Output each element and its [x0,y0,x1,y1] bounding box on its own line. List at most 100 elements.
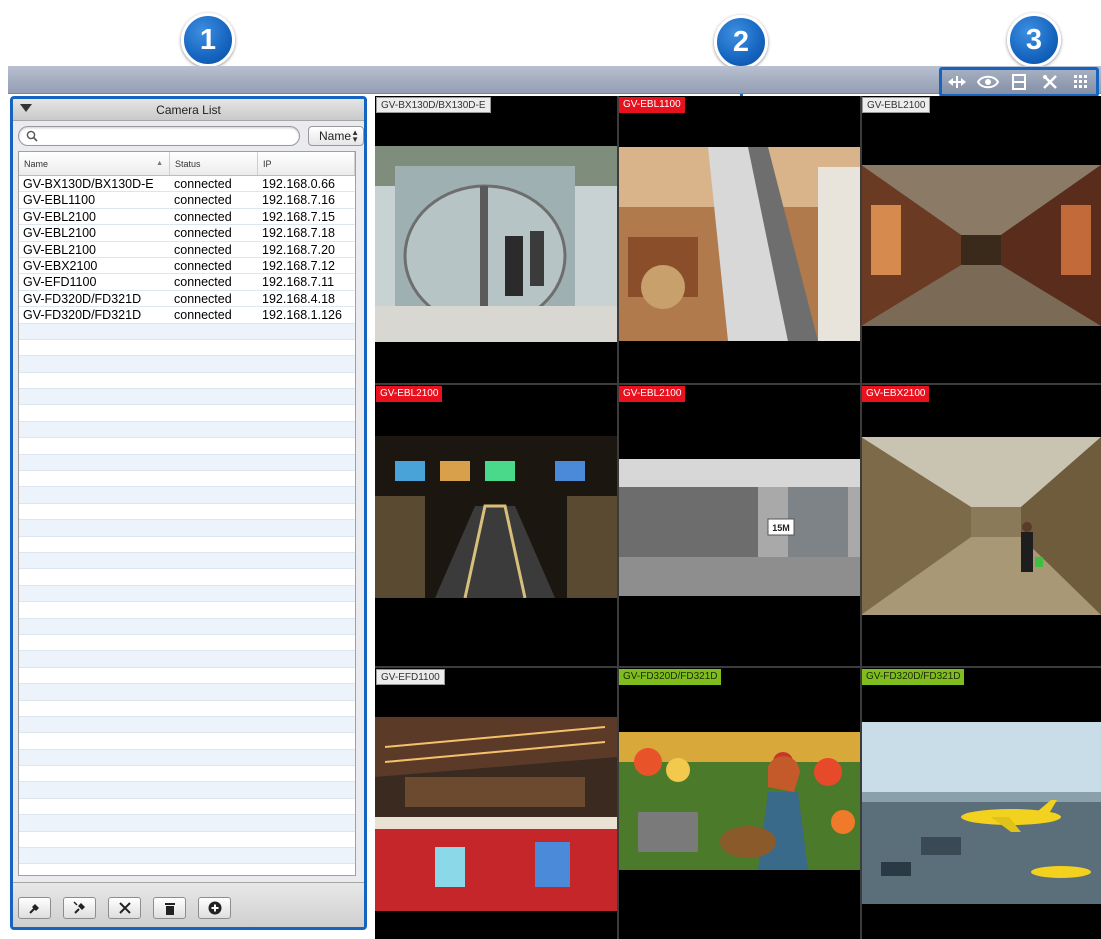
eye-icon[interactable] [975,71,1001,93]
add-camera-button[interactable] [198,897,231,919]
film-strip-icon[interactable] [1006,71,1032,93]
empty-table-row [19,537,355,553]
grid-divider [860,96,862,939]
table-row[interactable]: GV-BX130D/BX130D-E connected 192.168.0.66 [19,176,355,193]
camera-name-label: GV-EBL2100 [619,386,686,402]
camera-list-footer [13,882,364,927]
camera-name-label: GV-EBL2100 [862,97,931,113]
search-field[interactable] [18,126,300,146]
table-row[interactable]: GV-EBX2100 connected 192.168.7.12 [19,258,355,275]
grid-layout-icon[interactable] [1068,71,1094,93]
camera-list-header: Camera List [13,99,364,121]
empty-table-row [19,716,355,734]
add-icon [208,901,221,915]
delete-button[interactable] [153,897,186,919]
grid-divider [375,383,1101,385]
empty-table-row [19,389,355,406]
callout-badge-3: 3 [1007,13,1061,67]
empty-table-row [19,438,355,455]
empty-table-row [19,848,355,865]
camera-name-label: GV-EBL2100 [376,386,443,402]
connect-button[interactable] [18,897,51,919]
camera-name-label: GV-BX130D/BX130D-E [376,97,491,113]
column-header-ip[interactable]: IP [258,152,355,175]
table-row[interactable]: GV-EBL2100 connected 192.168.7.18 [19,225,355,242]
empty-table-row [19,454,355,472]
camera-table: Name ▲ Status IP GV-BX130D/BX130D-E connec… [18,151,356,876]
video-tile[interactable]: GV-EBL1100 [618,96,860,383]
video-tile[interactable]: GV-FD320D/FD321D [618,668,860,939]
camera-name-label: GV-EBX2100 [862,386,930,402]
camera-feed-image [861,165,1101,326]
camera-feed-image [618,732,860,870]
table-row[interactable]: GV-FD320D/FD321D connected 192.168.4.18 [19,291,355,308]
resize-arrows-icon[interactable] [944,71,970,93]
connect-icon [28,904,39,914]
search-row: Name ▲ ▼ [13,121,364,149]
table-row[interactable]: GV-EFD1100 connected 192.168.7.11 [19,274,355,291]
camera-feed-image [861,722,1101,904]
room-sign-text: 15M [772,523,790,533]
empty-table-row [19,373,355,390]
empty-table-row [19,799,355,816]
grid-divider [617,96,619,939]
empty-table-row [19,701,355,717]
camera-name-label: GV-FD320D/FD321D [619,669,722,685]
empty-table-row [19,405,355,422]
settings-tools-icon [118,902,131,914]
empty-table-row [19,635,355,652]
camera-name-label: GV-EBL1100 [619,97,685,113]
search-input[interactable] [41,128,291,144]
table-row[interactable]: GV-EBL2100 connected 192.168.7.20 [19,242,355,258]
video-tile[interactable]: GV-EBX2100 [861,385,1101,666]
camera-list-panel: Camera List Name ▲ ▼ Name ▲ Status IP GV-B… [10,96,367,930]
table-row[interactable]: GV-EBL1100 connected 192.168.7.16 [19,192,355,209]
empty-table-row [19,421,355,439]
empty-table-row [19,504,355,521]
column-header-name[interactable]: Name ▲ [19,152,170,175]
video-tile[interactable]: GV-BX130D/BX130D-E [375,96,617,383]
table-row[interactable]: GV-FD320D/FD321D connected 192.168.1.126 [19,307,355,324]
empty-table-row [19,864,355,875]
disconnect-button[interactable] [63,897,96,919]
empty-table-row [19,602,355,619]
empty-table-row [19,356,355,373]
empty-table-row [19,585,355,603]
camera-list-title: Camera List [156,103,221,117]
camera-feed-image [375,146,617,342]
empty-table-row [19,552,355,570]
empty-table-row [19,487,355,504]
callout-badge-2: 2 [714,15,768,69]
empty-table-row [19,471,355,488]
empty-table-row [19,782,355,799]
video-tile[interactable]: 15M GV-EBL2100 [618,385,860,666]
disconnect-icon [72,901,85,914]
table-header: Name ▲ Status IP [19,152,355,176]
tools-icon[interactable] [1037,71,1063,93]
empty-table-row [19,668,355,685]
table-body: GV-BX130D/BX130D-E connected 192.168.0.66 … [19,176,355,875]
sort-select[interactable]: Name ▲ ▼ [308,126,364,146]
table-row[interactable]: GV-EBL2100 connected 192.168.7.15 [19,209,355,226]
callout-badge-1: 1 [181,13,235,67]
camera-feed-image [861,437,1101,615]
empty-table-row [19,340,355,357]
camera-feed-image [375,436,617,598]
video-tile[interactable]: GV-EFD1100 [375,668,617,939]
empty-table-row [19,520,355,537]
empty-table-row [19,733,355,750]
camera-feed-image: 15M [618,459,860,596]
column-header-status[interactable]: Status [170,152,258,175]
empty-table-row [19,832,355,849]
camera-feed-image [618,147,860,341]
empty-table-row [19,766,355,783]
camera-name-label: GV-FD320D/FD321D [862,669,965,685]
video-tile[interactable]: GV-EBL2100 [861,96,1101,383]
settings-button[interactable] [108,897,141,919]
video-tile[interactable]: GV-FD320D/FD321D [861,668,1101,939]
sort-select-value: Name [319,129,352,143]
video-tile[interactable]: GV-EBL2100 [375,385,617,666]
video-grid: GV-BX130D/BX130D-E GV-EBL1100 GV-EBL2100 [375,96,1101,939]
empty-table-row [19,815,355,832]
empty-table-row [19,569,355,586]
